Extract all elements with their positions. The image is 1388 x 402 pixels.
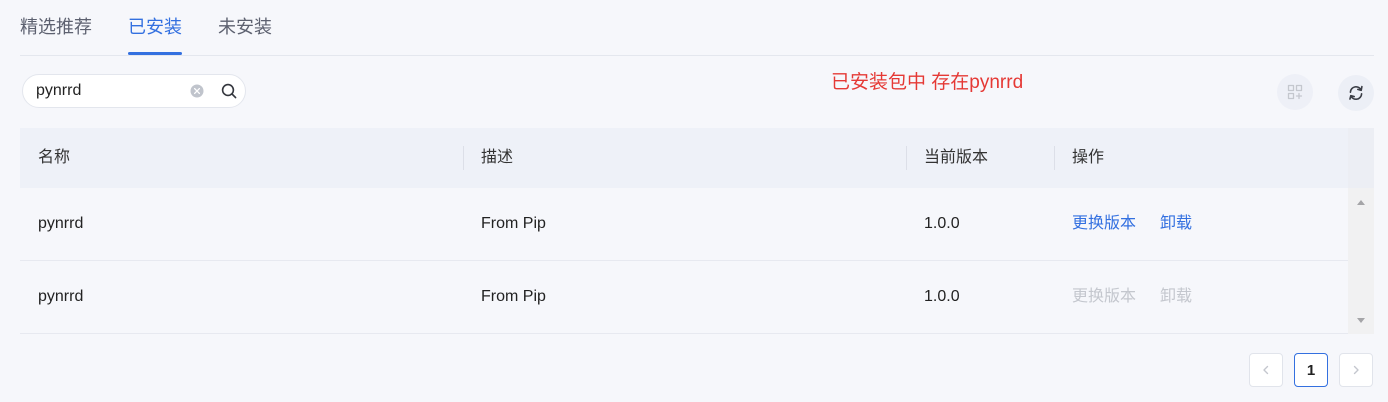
column-header-actions: 操作 — [1054, 128, 1348, 188]
cell-description: From Pip — [481, 215, 546, 232]
change-version-link[interactable]: 更换版本 — [1072, 188, 1136, 260]
uninstall-link[interactable]: 卸载 — [1160, 188, 1192, 260]
tab-recommended[interactable]: 精选推荐 — [20, 0, 92, 55]
table-body: pynrrd From Pip 1.0.0 更换版本 卸载 pynrrd Fro… — [20, 188, 1348, 334]
column-header-name: 名称 — [38, 149, 71, 166]
cell-actions: 更换版本 卸载 — [1054, 188, 1348, 260]
next-page-button[interactable] — [1339, 353, 1373, 387]
header-scrollbar-gutter — [1348, 128, 1374, 188]
tab-bar: 精选推荐 已安装 未安装 — [20, 0, 1374, 56]
change-version-link[interactable]: 更换版本 — [1072, 261, 1136, 333]
chevron-left-icon — [1263, 365, 1269, 375]
table-header: 名称 描述 当前版本 操作 — [20, 128, 1348, 188]
refresh-button[interactable] — [1338, 75, 1374, 111]
triangle-up-glyph — [1357, 200, 1365, 205]
cell-description: From Pip — [481, 288, 546, 305]
cell-version: 1.0.0 — [924, 215, 960, 232]
page-number-button[interactable]: 1 — [1294, 353, 1328, 387]
search-input[interactable] — [36, 75, 184, 107]
cell-name: pynrrd — [38, 215, 84, 232]
table-row: pynrrd From Pip 1.0.0 更换版本 卸载 — [20, 261, 1348, 334]
tab-installed[interactable]: 已安装 — [128, 0, 182, 55]
cell-version: 1.0.0 — [924, 288, 960, 305]
search-box — [22, 74, 246, 108]
prev-page-button[interactable] — [1249, 353, 1283, 387]
search-icon[interactable] — [221, 83, 237, 99]
table-row: pynrrd From Pip 1.0.0 更换版本 卸载 — [20, 188, 1348, 261]
chevron-right-icon — [1353, 365, 1359, 375]
column-header-description: 描述 — [463, 128, 906, 188]
scroll-up-icon[interactable] — [1356, 199, 1366, 205]
install-package-button[interactable] — [1277, 74, 1313, 110]
scroll-down-icon[interactable] — [1356, 318, 1366, 324]
triangle-down-glyph — [1357, 318, 1365, 323]
column-header-version: 当前版本 — [906, 128, 1054, 188]
cell-actions: 更换版本 卸载 — [1054, 261, 1348, 333]
refresh-icon — [1349, 85, 1363, 100]
tab-not-installed[interactable]: 未安装 — [218, 0, 272, 55]
cell-name: pynrrd — [38, 288, 84, 305]
table-scrollbar[interactable] — [1348, 188, 1374, 334]
magnifier-glyph — [221, 83, 237, 99]
uninstall-link[interactable]: 卸载 — [1160, 261, 1192, 333]
apps-add-icon — [1287, 84, 1303, 100]
status-message: 已安装包中 存在pynrrd — [831, 72, 1024, 93]
installed-packages-table: 名称 描述 当前版本 操作 pynrrd From Pip 1.0.0 更换版本… — [20, 128, 1374, 334]
package-manager-panel: 精选推荐 已安装 未安装 已安装包中 存在pynrrd — [0, 0, 1388, 402]
clear-icon[interactable] — [190, 84, 204, 98]
pagination: 1 — [1249, 353, 1373, 387]
clear-glyph — [190, 84, 204, 98]
